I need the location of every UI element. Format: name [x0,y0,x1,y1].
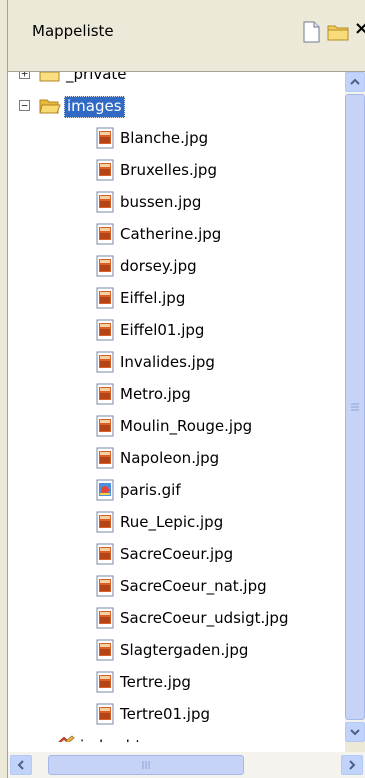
grip-icon [351,403,359,411]
tree-file-row[interactable]: Catherine.jpg [8,220,345,248]
folder-open-icon [39,95,61,117]
horizontal-scrollbar[interactable] [8,752,365,778]
tree-item-label[interactable]: Blanche.jpg [118,128,210,148]
image-file-icon [94,543,116,565]
image-file-icon [94,127,116,149]
tree-file-row[interactable]: Tertre01.jpg [8,700,345,728]
image-file-icon [94,159,116,181]
image-file-icon [94,255,116,277]
tree-item-label[interactable]: images [64,96,125,118]
gif-file-icon [94,479,116,501]
new-document-icon [303,21,320,43]
horizontal-scroll-thumb[interactable] [48,755,244,775]
tree-file-row[interactable]: Slagtergaden.jpg [8,636,345,664]
image-file-icon [94,287,116,309]
collapse-toggle[interactable]: − [19,100,30,111]
tree-item-label[interactable]: Eiffel.jpg [118,288,187,308]
tree-item-label[interactable]: paris.gif [118,480,183,500]
new-page-button[interactable] [298,20,324,44]
image-file-icon [94,319,116,341]
tree-file-row[interactable]: Eiffel01.jpg [8,316,345,344]
tree-item-label[interactable]: SacreCoeur_nat.jpg [118,576,269,596]
panel-title: Mappeliste [32,22,114,40]
folder-tree[interactable]: + _private − images Blanche.jpg Bruxelles.jpg… [8,72,345,742]
panel-title-bar: Mappeliste × [8,0,365,72]
tree-file-row[interactable]: SacreCoeur_nat.jpg [8,572,345,600]
new-folder-button[interactable] [326,20,352,44]
image-file-icon [94,639,116,661]
tree-file-row[interactable]: Invalides.jpg [8,348,345,376]
tree-file-row[interactable]: bussen.jpg [8,188,345,216]
image-file-icon [94,575,116,597]
tree-file-row[interactable]: Napoleon.jpg [8,444,345,472]
tree-item-label[interactable]: Moulin_Rouge.jpg [118,416,254,436]
image-file-icon [94,607,116,629]
tree-file-row[interactable]: Metro.jpg [8,380,345,408]
folder-list-panel: Mappeliste × + _private − images Blanche.jpg… [0,0,365,778]
tree-item-label[interactable]: SacreCoeur_udsigt.jpg [118,608,290,628]
tree-item-label[interactable]: _private [64,72,129,84]
tree-item-label[interactable]: Tertre.jpg [118,672,193,692]
scroll-left-button[interactable] [10,755,32,775]
chevron-left-icon [17,760,24,770]
tree-file-row[interactable]: Tertre.jpg [8,668,345,696]
image-file-icon [94,511,116,533]
image-file-icon [94,703,116,725]
tree-file-row[interactable]: Bruxelles.jpg [8,156,345,184]
tree-item-label[interactable]: Slagtergaden.jpg [118,640,250,660]
tree-file-row[interactable]: SacreCoeur.jpg [8,540,345,568]
tree-file-row[interactable]: dorsey.jpg [8,252,345,280]
tree-file-row[interactable]: Moulin_Rouge.jpg [8,412,345,440]
tree-item-label[interactable]: Bruxelles.jpg [118,160,219,180]
expand-toggle[interactable]: + [19,72,30,79]
tree-item-label[interactable]: Tertre01.jpg [118,704,212,724]
grip-icon [142,761,150,769]
tree-item-label[interactable]: SacreCoeur.jpg [118,544,235,564]
chevron-down-icon [350,729,360,736]
tree-file-row[interactable]: paris.gif [8,476,345,504]
vertical-scroll-thumb[interactable] [345,94,365,720]
image-file-icon [94,671,116,693]
chevron-up-icon [350,78,360,85]
image-file-icon [94,415,116,437]
tree-file-row[interactable]: Blanche.jpg [8,124,345,152]
tree-item-label[interactable]: index.htm [78,736,158,742]
image-file-icon [94,351,116,373]
tree-file-row[interactable]: Rue_Lepic.jpg [8,508,345,536]
tree-item-label[interactable]: Catherine.jpg [118,224,223,244]
scroll-up-button[interactable] [345,72,365,92]
tree-item-label[interactable]: bussen.jpg [118,192,203,212]
image-file-icon [94,383,116,405]
tree-file-row[interactable]: SacreCoeur_udsigt.jpg [8,604,345,632]
tree-file-row[interactable]: index.htm [8,732,345,742]
tree-item-label[interactable]: Napoleon.jpg [118,448,221,468]
panel-left-edge [0,0,8,778]
vertical-scrollbar[interactable] [345,72,365,742]
new-folder-icon [327,25,349,41]
image-file-icon [94,191,116,213]
tree-folder-row[interactable]: + _private [8,72,345,88]
home-page-icon [53,735,75,742]
tree-item-label[interactable]: Metro.jpg [118,384,193,404]
image-file-icon [94,447,116,469]
image-file-icon [94,223,116,245]
scroll-right-button[interactable] [341,755,363,775]
scrollbar-corner [345,742,365,752]
tree-item-label[interactable]: Rue_Lepic.jpg [118,512,225,532]
tree-file-row[interactable]: Eiffel.jpg [8,284,345,312]
tree-item-label[interactable]: Eiffel01.jpg [118,320,206,340]
tree-item-label[interactable]: Invalides.jpg [118,352,217,372]
scroll-down-button[interactable] [345,722,365,742]
tree-item-label[interactable]: dorsey.jpg [118,256,199,276]
tree-folder-row[interactable]: − images [8,92,345,120]
close-panel-button[interactable]: × [354,18,365,39]
folder-icon [39,72,61,85]
chevron-right-icon [349,760,356,770]
